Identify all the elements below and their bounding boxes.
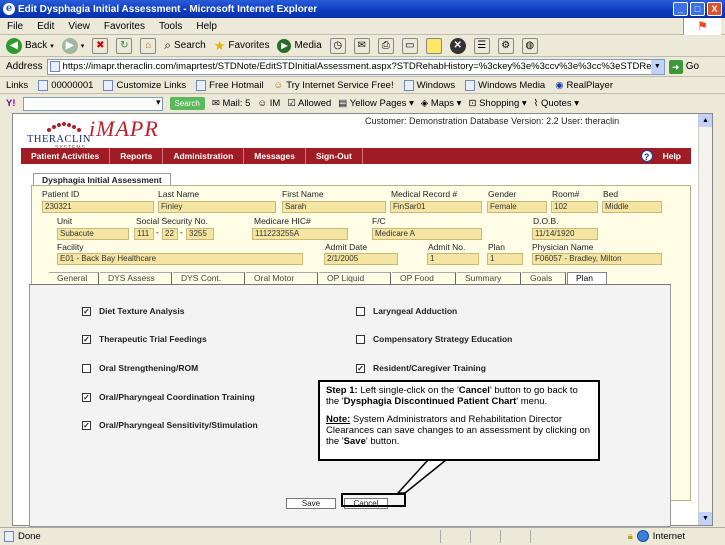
callout-note-end: ' button. <box>365 436 400 447</box>
callout-menu-name: Dysphagia Discontinued Patient Chart <box>343 396 517 407</box>
status-page-icon <box>4 531 14 542</box>
callout-text-3: ' menu. <box>516 396 548 407</box>
callout-save-word: Save <box>343 436 366 447</box>
instruction-callout: Step 1: Left single-click on the 'Cancel… <box>318 380 600 461</box>
lock-icon: 🔒︎ <box>627 530 633 542</box>
callout-step: Step 1: <box>326 385 358 396</box>
status-text: Done <box>18 531 41 542</box>
callout-cancel-word: Cancel <box>458 385 490 396</box>
status-cells <box>440 530 558 543</box>
status-bar: Done 🔒︎ Internet <box>0 527 725 545</box>
cancel-highlight <box>341 493 406 507</box>
callout-pointer <box>396 459 449 494</box>
globe-icon <box>636 530 649 542</box>
zone-label: Internet <box>652 530 685 542</box>
callout-text-1: Left single-click on the ' <box>357 385 459 396</box>
callout-note-label: Note: <box>326 414 351 425</box>
security-zone: 🔒︎ Internet <box>628 530 685 542</box>
